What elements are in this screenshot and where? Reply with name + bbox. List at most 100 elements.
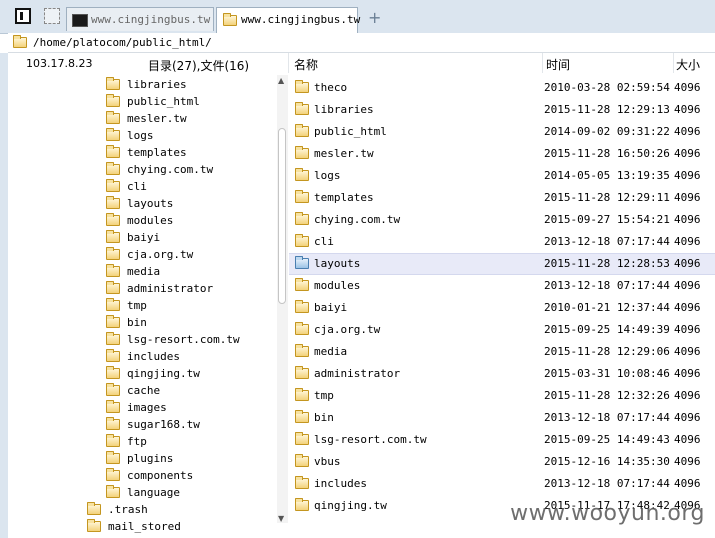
folder-icon (106, 145, 120, 158)
file-row[interactable]: cja.org.tw 2015-09-25 14:49:39 4096 (289, 319, 715, 341)
file-row[interactable]: templates 2015-11-28 12:29:11 4096 (289, 187, 715, 209)
folder-icon (106, 298, 120, 311)
file-name: layouts (314, 257, 361, 270)
folder-icon (106, 94, 120, 107)
file-name: tmp (314, 389, 334, 402)
folder-icon (106, 400, 120, 413)
path-bar[interactable]: /home/platocom/public_html/ (8, 33, 715, 53)
file-list: theco 2010-03-28 02:59:54 4096 libraries 201… (289, 77, 715, 538)
server-ip: 103.17.8.23 (26, 57, 93, 70)
folder-icon (106, 485, 120, 498)
tree-item-label: cli (127, 180, 147, 193)
file-size: 4096 (674, 455, 701, 468)
file-row[interactable]: bin 2013-12-18 07:17:44 4096 (289, 407, 715, 429)
tab-terminal[interactable]: www.cingjingbus.tw (66, 7, 214, 31)
tree-item-label: sugar168.tw (127, 418, 200, 431)
folder-icon (295, 146, 309, 159)
column-header-name[interactable]: 名称 (294, 56, 318, 73)
blank-panel-icon[interactable] (44, 8, 60, 24)
folder-icon (106, 349, 120, 362)
file-time: 2015-11-28 12:32:26 (544, 389, 670, 402)
file-row[interactable]: includes 2013-12-18 07:17:44 4096 (289, 473, 715, 495)
watermark: www.wooyun.org (510, 501, 705, 526)
folder-icon (13, 35, 27, 48)
folder-icon (295, 388, 309, 401)
file-size: 4096 (674, 411, 701, 424)
tree-item-label: components (127, 469, 194, 482)
folder-icon (106, 417, 120, 430)
file-name: administrator (314, 367, 401, 380)
tree-item-label: ftp (127, 435, 147, 448)
tree-item-label: includes (127, 350, 180, 363)
file-row[interactable]: public_html 2014-09-02 09:31:22 4096 (289, 121, 715, 143)
file-size: 4096 (674, 147, 701, 160)
file-size: 4096 (674, 213, 701, 226)
folder-icon (106, 315, 120, 328)
folder-icon (106, 366, 120, 379)
file-name: cli (314, 235, 334, 248)
folder-icon (106, 111, 120, 124)
column-header-time[interactable]: 时间 (546, 56, 570, 73)
folder-icon (106, 77, 120, 90)
file-row[interactable]: vbus 2015-12-16 14:35:30 4096 (289, 451, 715, 473)
tab-label: www.cingjingbus.tw (91, 13, 211, 26)
tree-item-label: lsg-resort.com.tw (127, 333, 240, 346)
file-name: lsg-resort.com.tw (314, 433, 427, 446)
file-row[interactable]: lsg-resort.com.tw 2015-09-25 14:49:43 4096 (289, 429, 715, 451)
file-row[interactable]: logs 2014-05-05 13:19:35 4096 (289, 165, 715, 187)
file-row[interactable]: media 2015-11-28 12:29:06 4096 (289, 341, 715, 363)
file-row[interactable]: theco 2010-03-28 02:59:54 4096 (289, 77, 715, 99)
folder-icon (87, 502, 101, 515)
tree-item-label: .trash (108, 503, 148, 516)
tree-item-label: plugins (127, 452, 174, 465)
file-row[interactable]: layouts 2015-11-28 12:28:53 4096 (289, 253, 715, 275)
folder-icon (106, 179, 120, 192)
column-header-size[interactable]: 大小 (676, 56, 700, 73)
file-row[interactable]: tmp 2015-11-28 12:32:26 4096 (289, 385, 715, 407)
tab-file-manager[interactable]: www.cingjingbus.tw (216, 7, 360, 33)
file-name: includes (314, 477, 367, 490)
folder-icon (106, 162, 120, 175)
tree-item-label: tmp (127, 299, 147, 312)
file-row[interactable]: modules 2013-12-18 07:17:44 4096 (289, 275, 715, 297)
folder-icon (295, 498, 309, 511)
scrollbar-thumb[interactable] (278, 128, 286, 304)
folder-icon (295, 410, 309, 423)
folder-icon (295, 344, 309, 357)
file-time: 2015-09-25 14:49:39 (544, 323, 670, 336)
file-row[interactable]: libraries 2015-11-28 12:29:13 4096 (289, 99, 715, 121)
folder-icon (295, 322, 309, 335)
folder-icon (295, 234, 309, 247)
file-time: 2013-12-18 07:17:44 (544, 279, 670, 292)
tree-item-label: media (127, 265, 161, 278)
file-row[interactable]: cli 2013-12-18 07:17:44 4096 (289, 231, 715, 253)
folder-icon (295, 476, 309, 489)
folder-icon (295, 278, 309, 291)
file-time: 2015-09-25 14:49:43 (544, 433, 670, 446)
file-row[interactable]: chying.com.tw 2015-09-27 15:54:21 4096 (289, 209, 715, 231)
file-time: 2015-03-31 10:08:46 (544, 367, 670, 380)
file-name: logs (314, 169, 341, 182)
scroll-up-arrow-icon[interactable]: ▲ (278, 76, 284, 85)
file-name: templates (314, 191, 374, 204)
folder-icon (106, 281, 120, 294)
file-row[interactable]: mesler.tw 2015-11-28 16:50:26 4096 (289, 143, 715, 165)
file-row[interactable]: administrator 2015-03-31 10:08:46 4096 (289, 363, 715, 385)
new-tab-plus-icon[interactable]: + (368, 8, 381, 27)
tree-scrollbar[interactable]: ▲ ▼ (277, 75, 288, 523)
panel-toggle-icon[interactable] (15, 8, 31, 24)
path-input[interactable]: /home/platocom/public_html/ (33, 36, 212, 49)
file-time: 2014-05-05 13:19:35 (544, 169, 670, 182)
tree-item-label: baiyi (127, 231, 161, 244)
folder-icon (295, 432, 309, 445)
folder-icon (106, 196, 120, 209)
file-time: 2013-12-18 07:17:44 (544, 411, 670, 424)
folder-icon (106, 264, 120, 277)
file-row[interactable]: baiyi 2010-01-21 12:37:44 4096 (289, 297, 715, 319)
folder-icon (106, 468, 120, 481)
file-name: theco (314, 81, 348, 94)
scroll-down-arrow-icon[interactable]: ▼ (278, 514, 284, 523)
file-size: 4096 (674, 323, 701, 336)
tree-item-label: cja.org.tw (127, 248, 194, 261)
folder-icon (223, 13, 237, 26)
